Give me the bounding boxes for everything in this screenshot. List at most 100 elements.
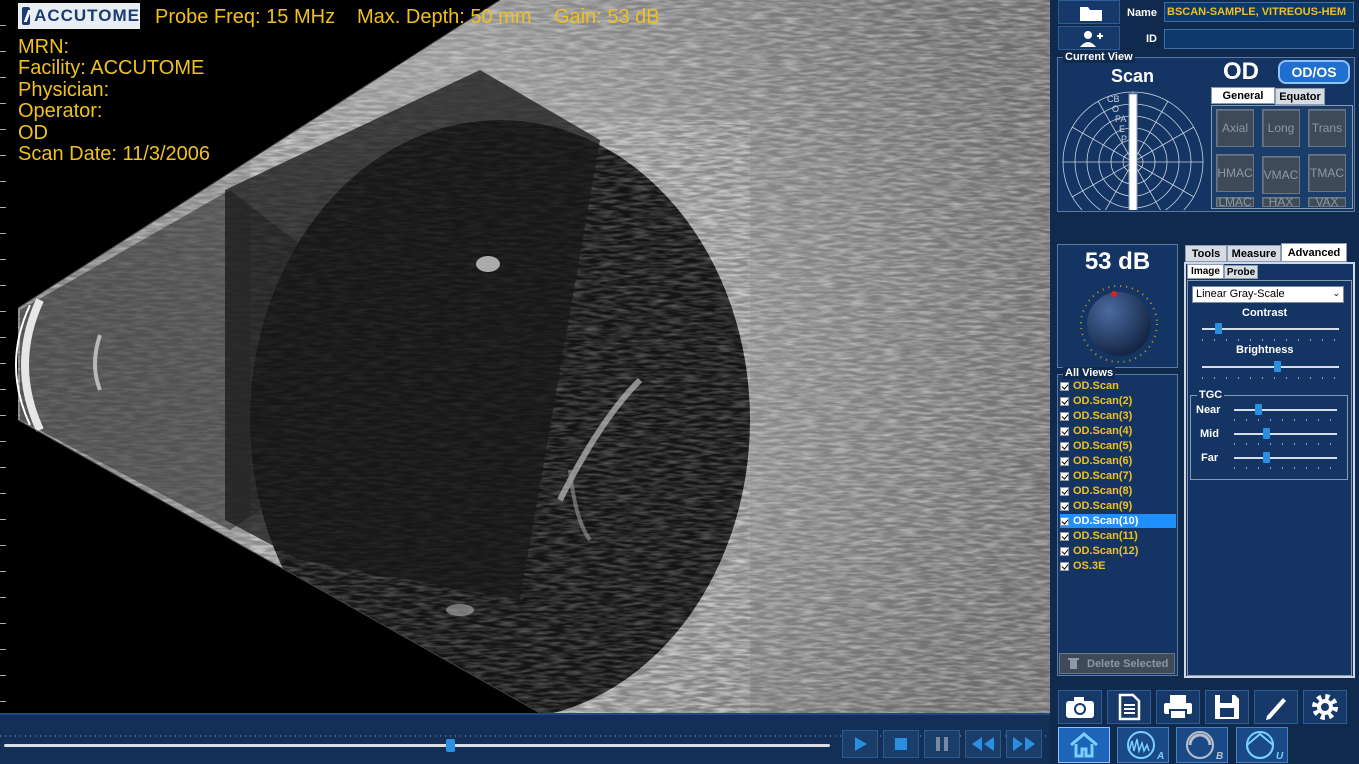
brightness-slider[interactable] xyxy=(1202,366,1339,368)
delete-selected-button[interactable]: Delete Selected xyxy=(1059,653,1175,674)
fast-forward-button[interactable] xyxy=(1006,730,1042,758)
name-label: Name xyxy=(1127,7,1157,19)
view-checkbox[interactable] xyxy=(1060,561,1069,571)
position-hax-button[interactable]: HAX xyxy=(1262,195,1300,209)
u-scan-mode-button[interactable]: U xyxy=(1236,727,1288,763)
tgc-far-slider[interactable] xyxy=(1234,457,1337,459)
position-vmac-button[interactable]: VMAC xyxy=(1262,156,1300,194)
tgc-near-ticks xyxy=(1234,419,1337,421)
patient-id-field[interactable] xyxy=(1164,29,1354,49)
view-checkbox[interactable] xyxy=(1060,546,1069,556)
clock-label-e: E xyxy=(1119,124,1125,134)
contrast-slider[interactable] xyxy=(1202,328,1339,330)
timeline-thumb[interactable] xyxy=(446,739,456,752)
trash-icon xyxy=(1068,658,1079,669)
camera-icon xyxy=(1066,697,1094,718)
view-item-label: OD.Scan(5) xyxy=(1073,440,1133,452)
view-checkbox[interactable] xyxy=(1060,381,1069,391)
tgc-mid-thumb[interactable] xyxy=(1262,428,1270,439)
position-lmac-button[interactable]: LMAC xyxy=(1216,195,1254,209)
home-button[interactable] xyxy=(1058,727,1110,763)
position-tmac-button[interactable]: TMAC xyxy=(1308,154,1346,192)
max-depth: Max. Depth: 50 mm xyxy=(357,6,532,28)
view-item[interactable]: OS.3E xyxy=(1060,559,1176,573)
timeline-track[interactable] xyxy=(4,744,830,747)
view-item[interactable]: OD.Scan(12) xyxy=(1060,544,1176,558)
view-checkbox[interactable] xyxy=(1060,501,1069,511)
colormap-select[interactable]: Linear Gray-Scale ⌄ xyxy=(1192,286,1344,303)
tgc-near-slider[interactable] xyxy=(1234,409,1337,411)
view-checkbox[interactable] xyxy=(1060,516,1069,526)
tab-advanced[interactable]: Advanced xyxy=(1281,243,1347,262)
view-item[interactable]: OD.Scan xyxy=(1060,379,1176,393)
position-hmac-button[interactable]: HMAC xyxy=(1216,154,1254,192)
stop-button[interactable] xyxy=(883,730,919,758)
settings-button[interactable] xyxy=(1303,690,1347,724)
contrast-slider-thumb[interactable] xyxy=(1215,323,1222,334)
position-trans-button[interactable]: Trans xyxy=(1308,109,1346,147)
facility-label: Facility: ACCUTOME xyxy=(18,57,205,79)
tgc-near-thumb[interactable] xyxy=(1255,404,1263,415)
scan-date: Scan Date: 11/3/2006 xyxy=(18,143,210,165)
print-button[interactable] xyxy=(1156,690,1200,724)
logo-text: ACCUTOME xyxy=(34,6,140,25)
view-item[interactable]: OD.Scan(2) xyxy=(1060,394,1176,408)
view-checkbox[interactable] xyxy=(1060,396,1069,406)
tab-tools[interactable]: Tools xyxy=(1185,245,1227,262)
view-checkbox[interactable] xyxy=(1060,426,1069,436)
view-item-label: OD.Scan(3) xyxy=(1073,410,1133,422)
patient-name-field[interactable]: BSCAN-SAMPLE, VITREOUS-HEM xyxy=(1164,2,1354,22)
view-checkbox[interactable] xyxy=(1060,411,1069,421)
mrn-label: MRN: xyxy=(18,36,70,58)
open-folder-button[interactable] xyxy=(1058,0,1120,24)
subtab-probe[interactable]: Probe xyxy=(1224,265,1258,279)
view-item[interactable]: OD.Scan(3) xyxy=(1060,409,1176,423)
position-axial-button[interactable]: Axial xyxy=(1216,109,1254,147)
tgc-mid-label: Mid xyxy=(1200,428,1219,440)
view-checkbox[interactable] xyxy=(1060,456,1069,466)
gain-readout: Gain: 53 dB xyxy=(554,6,660,28)
view-item-selected[interactable]: OD.Scan(10) xyxy=(1060,514,1176,528)
view-item[interactable]: OD.Scan(4) xyxy=(1060,424,1176,438)
bscan-image[interactable]: ACCUTOME Probe Freq: 15 MHz Max. Depth: … xyxy=(0,0,1050,713)
view-checkbox[interactable] xyxy=(1060,441,1069,451)
view-item-label: OD.Scan(9) xyxy=(1073,500,1133,512)
tab-equator[interactable]: Equator xyxy=(1275,88,1325,105)
view-item[interactable]: OD.Scan(6) xyxy=(1060,454,1176,468)
gain-knob[interactable] xyxy=(1074,282,1164,366)
gain-value: 53 dB xyxy=(1084,248,1151,275)
tgc-mid-ticks xyxy=(1234,443,1337,445)
play-button[interactable] xyxy=(842,730,878,758)
capture-button[interactable] xyxy=(1058,690,1102,724)
tab-measure[interactable]: Measure xyxy=(1227,245,1281,262)
tgc-mid-slider[interactable] xyxy=(1234,433,1337,435)
view-item[interactable]: OD.Scan(7) xyxy=(1060,469,1176,483)
report-button[interactable] xyxy=(1107,690,1151,724)
position-long-button[interactable]: Long xyxy=(1262,109,1300,147)
a-scan-mode-button[interactable]: A xyxy=(1117,727,1169,763)
brightness-slider-thumb[interactable] xyxy=(1273,361,1281,372)
view-item[interactable]: OD.Scan(8) xyxy=(1060,484,1176,498)
save-button[interactable] xyxy=(1205,690,1249,724)
view-checkbox[interactable] xyxy=(1060,486,1069,496)
annotate-button[interactable] xyxy=(1254,690,1298,724)
tab-general[interactable]: General xyxy=(1211,87,1275,104)
tgc-far-thumb[interactable] xyxy=(1262,452,1270,463)
view-item[interactable]: OD.Scan(9) xyxy=(1060,499,1176,513)
rewind-button[interactable] xyxy=(965,730,1001,758)
position-vax-button[interactable]: VAX xyxy=(1308,195,1346,209)
add-patient-button[interactable] xyxy=(1058,26,1120,50)
fast-forward-icon xyxy=(1013,737,1035,751)
view-item[interactable]: OD.Scan(11) xyxy=(1060,529,1176,543)
view-item[interactable]: OD.Scan(5) xyxy=(1060,439,1176,453)
view-checkbox[interactable] xyxy=(1060,531,1069,541)
od-os-toggle-button[interactable]: OD/OS xyxy=(1278,60,1350,84)
view-checkbox[interactable] xyxy=(1060,471,1069,481)
clock-label-pa: PA xyxy=(1115,114,1126,124)
probe-clock-diagram[interactable]: CB O PA E P xyxy=(1060,88,1208,210)
report-icon xyxy=(1118,693,1141,721)
subtab-image[interactable]: Image xyxy=(1187,264,1224,279)
pause-button[interactable] xyxy=(924,730,960,758)
b-scan-mode-button[interactable]: B xyxy=(1176,727,1228,763)
add-user-icon xyxy=(1080,31,1103,47)
